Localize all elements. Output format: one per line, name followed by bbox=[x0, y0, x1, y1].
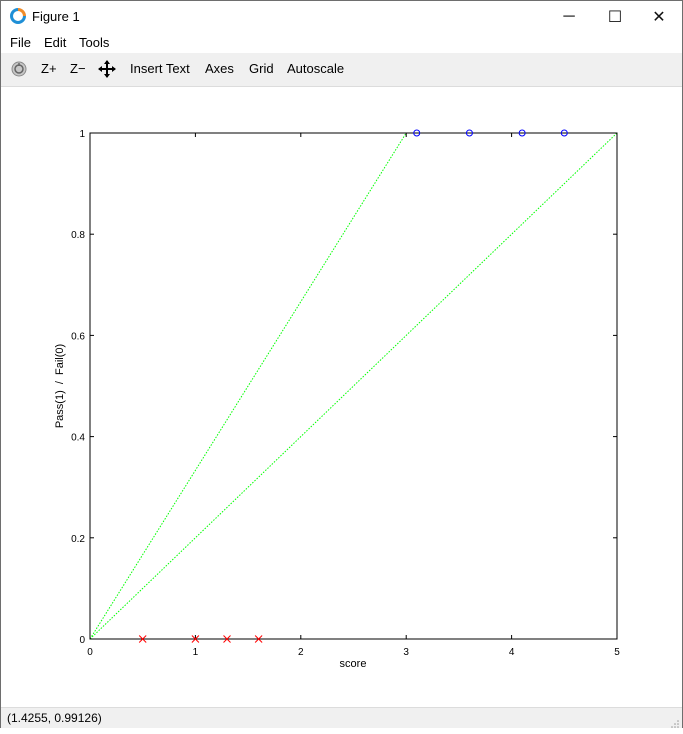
x-tick-label: 3 bbox=[403, 647, 409, 658]
x-tick-label: 5 bbox=[614, 647, 620, 658]
x-tick-label: 0 bbox=[87, 647, 93, 658]
minimize-button[interactable]: ─ bbox=[546, 1, 592, 32]
figure-toolbar: Z+ Z− Insert Text Axes Grid Autoscale bbox=[1, 53, 682, 87]
window-title: Figure 1 bbox=[32, 9, 80, 24]
x-tick-label: 2 bbox=[298, 647, 304, 658]
rotate-icon[interactable] bbox=[10, 60, 28, 83]
zoom-out-button[interactable]: Z− bbox=[70, 61, 86, 76]
menu-edit[interactable]: Edit bbox=[44, 35, 66, 50]
y-tick-label: 0.4 bbox=[71, 433, 85, 444]
status-bar: (1.4255, 0.99126) bbox=[1, 707, 682, 728]
pan-icon[interactable] bbox=[98, 60, 116, 83]
scatter-plot[interactable]: 0 1 2 3 4 5 0 0.2 0.4 0.6 0.8 1 score Pass(1) / Fai… bbox=[1, 87, 682, 707]
menu-file[interactable]: File bbox=[10, 35, 31, 50]
y-tick-label: 1 bbox=[79, 129, 85, 140]
resize-grip-icon[interactable] bbox=[670, 716, 680, 728]
x-tick-label: 1 bbox=[193, 647, 199, 658]
axes-button[interactable]: Axes bbox=[205, 61, 234, 76]
plot-canvas[interactable]: 0 1 2 3 4 5 0 0.2 0.4 0.6 0.8 1 score Pass(1) / Fai… bbox=[1, 87, 682, 707]
autoscale-button[interactable]: Autoscale bbox=[287, 61, 344, 76]
y-axis-label: Pass(1) / Fail(0) bbox=[54, 344, 66, 428]
decision-boundary-line bbox=[89, 132, 618, 640]
y-tick-label: 0.8 bbox=[71, 230, 85, 241]
cursor-coordinates: (1.4255, 0.99126) bbox=[7, 711, 102, 725]
figure-window: Figure 1 ─ ☐ ✕ File Edit Tools Z+ Z− Ins… bbox=[0, 0, 683, 728]
close-button[interactable]: ✕ bbox=[636, 1, 682, 32]
octave-app-icon bbox=[10, 8, 26, 24]
y-tick-label: 0.6 bbox=[71, 331, 85, 342]
menu-bar: File Edit Tools bbox=[1, 32, 682, 53]
y-tick-label: 0.2 bbox=[71, 534, 85, 545]
insert-text-button[interactable]: Insert Text bbox=[130, 61, 190, 76]
x-tick-label: 4 bbox=[509, 647, 515, 658]
y-tick-label: 0 bbox=[79, 635, 85, 646]
zoom-in-button[interactable]: Z+ bbox=[41, 61, 57, 76]
title-bar[interactable]: Figure 1 ─ ☐ ✕ bbox=[1, 1, 682, 32]
x-axis-label: score bbox=[340, 658, 367, 670]
decision-boundary-line bbox=[89, 132, 407, 640]
menu-tools[interactable]: Tools bbox=[79, 35, 109, 50]
maximize-button[interactable]: ☐ bbox=[592, 1, 638, 32]
grid-button[interactable]: Grid bbox=[249, 61, 274, 76]
